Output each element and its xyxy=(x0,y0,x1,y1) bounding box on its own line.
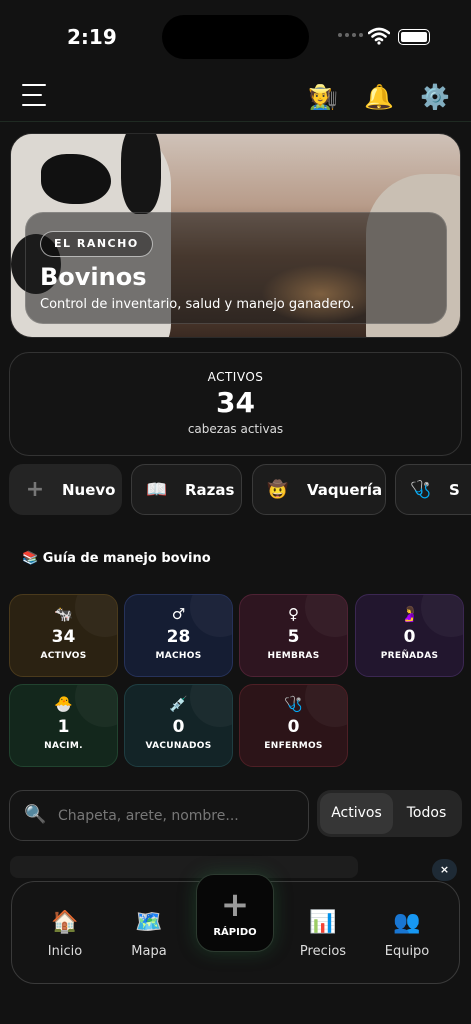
chick-icon: 🐣 xyxy=(54,695,73,713)
book-icon: 📖 xyxy=(146,479,168,500)
stat-value: 0 xyxy=(403,627,416,647)
quick-add-button[interactable]: + RÁPIDO xyxy=(196,874,274,952)
new-button[interactable]: + Nuevo xyxy=(9,464,122,515)
list-tabs xyxy=(10,856,358,878)
stat-value: 0 xyxy=(172,717,185,737)
stat-label: NACIM. xyxy=(44,741,83,751)
stat-label: PREÑADAS xyxy=(380,651,439,661)
plus-icon: + xyxy=(220,885,250,925)
dynamic-island xyxy=(162,15,309,59)
nav-item-precios[interactable]: 📊 Precios xyxy=(288,910,358,959)
pregnant-icon: 🤰 xyxy=(400,605,419,623)
stat-card-preñadas[interactable]: 🤰 0 PREÑADAS xyxy=(355,594,464,677)
gear-icon[interactable]: ⚙️ xyxy=(420,83,450,111)
hero-card: EL RANCHO Bovinos Control de inventario,… xyxy=(25,212,447,324)
hero-banner: EL RANCHO Bovinos Control de inventario,… xyxy=(10,133,461,338)
cow-icon: 🐄 xyxy=(54,605,73,623)
stat-card-hembras[interactable]: ♀ 5 HEMBRAS xyxy=(239,594,348,677)
male-icon: ♂ xyxy=(171,605,186,623)
stat-value: 28 xyxy=(166,627,191,647)
search-placeholder: Chapeta, arete, nombre... xyxy=(58,808,239,824)
stat-card-enfermos[interactable]: 🩺 0 ENFERMOS xyxy=(239,684,348,767)
stat-value: 34 xyxy=(51,627,76,647)
guide-link[interactable]: 📚 Guía de manejo bovino xyxy=(22,551,211,566)
quick-actions: + Nuevo 📖 Razas 🤠 Vaquería 🩺 S xyxy=(9,464,471,516)
health-button[interactable]: 🩺 S xyxy=(395,464,471,515)
stat-label: HEMBRAS xyxy=(267,651,320,661)
menu-icon[interactable] xyxy=(22,84,48,110)
stat-value: 0 xyxy=(287,717,300,737)
guide-label: Guía de manejo bovino xyxy=(42,551,211,566)
stat-card-activos[interactable]: 🐄 34 ACTIVOS xyxy=(9,594,118,677)
stat-card-machos[interactable]: ♂ 28 MACHOS xyxy=(124,594,233,677)
farmer-avatar-icon[interactable]: 🧑‍🌾 xyxy=(308,83,338,111)
stat-card-vacunados[interactable]: 💉 0 VACUNADOS xyxy=(124,684,233,767)
close-icon[interactable]: × xyxy=(432,859,457,881)
stethoscope-icon: 🩺 xyxy=(410,479,432,500)
nav-item-equipo[interactable]: 👥 Equipo xyxy=(372,910,442,959)
plus-icon: + xyxy=(25,477,45,502)
quick-add-label: RÁPIDO xyxy=(213,927,257,938)
stat-label: ENFERMOS xyxy=(264,741,323,751)
search-icon: 🔍 xyxy=(24,804,47,825)
syringe-icon: 💉 xyxy=(169,695,188,713)
nav-item-mapa[interactable]: 🗺️ Mapa xyxy=(114,910,184,959)
battery-icon xyxy=(398,29,430,45)
stat-value: 1 xyxy=(57,717,70,737)
stat-card-nacim[interactable]: 🐣 1 NACIM. xyxy=(9,684,118,767)
active-count-value: 34 xyxy=(216,386,255,419)
filter-active-option[interactable]: Activos xyxy=(320,793,393,834)
status-filter: Activos Todos xyxy=(317,790,462,837)
page-title: Bovinos xyxy=(40,263,147,291)
filter-all-option[interactable]: Todos xyxy=(395,793,458,834)
wifi-icon xyxy=(368,27,390,45)
stat-label: VACUNADOS xyxy=(145,741,212,751)
stat-label: MACHOS xyxy=(155,651,202,661)
team-icon: 👥 xyxy=(393,910,421,935)
cowboy-icon: 🤠 xyxy=(267,479,289,500)
search-input[interactable]: 🔍 Chapeta, arete, nombre... xyxy=(9,790,309,841)
breeds-button[interactable]: 📖 Razas xyxy=(131,464,242,515)
status-bar: 2:19 xyxy=(0,0,471,74)
cellular-signal-icon xyxy=(338,33,363,37)
stethoscope-icon: 🩺 xyxy=(284,695,303,713)
stat-value: 5 xyxy=(287,627,300,647)
house-icon: 🏠 xyxy=(51,910,79,935)
bell-icon[interactable]: 🔔 xyxy=(364,83,394,111)
active-count-caption: cabezas activas xyxy=(187,422,284,436)
vaqueria-button[interactable]: 🤠 Vaquería xyxy=(252,464,386,515)
stat-label: ACTIVOS xyxy=(40,651,87,661)
nav-item-inicio[interactable]: 🏠 Inicio xyxy=(30,910,100,959)
chart-icon: 📊 xyxy=(309,910,337,935)
ranch-badge: EL RANCHO xyxy=(40,231,153,257)
active-count-label: ACTIVOS xyxy=(207,370,264,384)
top-bar: 🧑‍🌾 🔔 ⚙️ xyxy=(0,74,471,122)
female-icon: ♀ xyxy=(288,605,299,623)
status-time: 2:19 xyxy=(67,25,117,49)
books-icon: 📚 xyxy=(22,551,39,566)
map-icon: 🗺️ xyxy=(135,910,163,935)
page-subtitle: Control de inventario, salud y manejo ga… xyxy=(40,297,355,312)
active-count-card: ACTIVOS 34 cabezas activas xyxy=(9,352,462,456)
